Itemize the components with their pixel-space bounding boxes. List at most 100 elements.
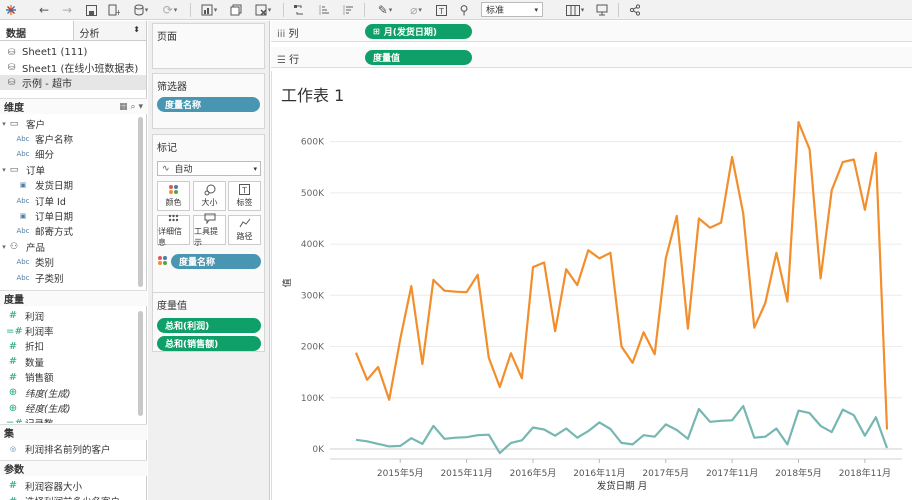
chevron-down-icon[interactable]: ▾ [0, 243, 8, 251]
y-axis-title: 值 [281, 278, 293, 287]
measure-pill-profit[interactable]: 总和(利润) [157, 318, 261, 333]
datasource-item[interactable]: ⛁ 示例 - 超市 [0, 75, 146, 90]
filter-pill-measure-names[interactable]: 度量名称 [157, 97, 260, 112]
back-icon[interactable]: ← [36, 2, 52, 18]
x-tick-label: 2015年11月 [440, 467, 492, 479]
chevron-down-icon[interactable]: ▾ [0, 120, 8, 128]
field-label: 利润 [25, 311, 45, 323]
fit-select[interactable]: 标准 ▾ [481, 2, 543, 17]
tableau-logo-icon[interactable] [3, 2, 19, 18]
refresh-icon[interactable]: ⟳ ▾ [158, 2, 182, 18]
tooltip-icon [204, 213, 216, 226]
marks-pill-measure-names[interactable]: 度量名称 [171, 254, 261, 269]
dimension-folder[interactable]: ▾ ⚇ 产品 [0, 239, 140, 254]
size-button[interactable]: 大小 [193, 181, 226, 211]
number-type-icon: # [8, 356, 18, 368]
set-icon: ◎ [9, 444, 17, 453]
pages-card[interactable]: 页面 [152, 23, 265, 69]
color-button[interactable]: 颜色 [157, 181, 190, 211]
measure-field[interactable]: # 数量 [0, 354, 140, 369]
detail-button[interactable]: 详细信息 [157, 213, 190, 247]
calendar-icon: ▣ [19, 181, 27, 190]
marks-title: 标记 [157, 143, 177, 154]
sort-asc-icon[interactable] [316, 2, 332, 18]
string-type-icon: Abc [16, 196, 30, 205]
dimension-field[interactable]: Abc 类别 [0, 255, 140, 270]
field-label: 类别 [35, 258, 55, 270]
number-type-icon: # [8, 340, 18, 352]
measure-field[interactable]: # 利润 [0, 308, 140, 323]
field-label: 销售额 [25, 373, 54, 385]
measure-field[interactable]: =# 利润率 [0, 323, 140, 339]
dimension-field[interactable]: Abc 子类别 [0, 270, 140, 285]
parameter-field[interactable]: # 利润容器大小 [0, 478, 140, 493]
view-grid-icon[interactable]: ▦ [119, 102, 128, 112]
forward-icon[interactable]: → [59, 2, 75, 18]
new-sheet-icon[interactable]: ▾ [197, 2, 221, 18]
pause-updates-icon[interactable]: ▾ [129, 2, 153, 18]
filters-card[interactable]: 筛选器 度量名称 [152, 73, 265, 129]
set-list: ◎ 利润排名前列的客户 [0, 441, 140, 456]
search-icon[interactable]: ⌕ [131, 102, 136, 112]
dimension-field[interactable]: Abc 邮寄方式 [0, 224, 140, 239]
measure-field[interactable]: # 折扣 [0, 339, 140, 354]
show-cards-icon[interactable]: ▾ [563, 2, 587, 18]
set-field[interactable]: ◎ 利润排名前列的客户 [0, 441, 140, 456]
field-label: 客户 [26, 119, 46, 131]
save-icon[interactable] [83, 2, 99, 18]
group-icon[interactable]: ⌀ ▾ [404, 2, 428, 18]
pin-icon[interactable]: ⚲ [456, 2, 472, 18]
highlight-icon[interactable]: ✎ ▾ [373, 2, 397, 18]
x-tick-label: 2015年5月 [377, 467, 424, 479]
dimension-field[interactable]: ▣ 发货日期 [0, 178, 140, 193]
collapse-icon[interactable]: ⬍ [133, 25, 140, 36]
columns-pill-ship-month[interactable]: ⊞ 月(发货日期) [365, 24, 472, 39]
datasource-item[interactable]: ⛁ Sheet1 (在线小班数据表) [0, 60, 146, 76]
dimension-field[interactable]: Abc 细分 [0, 147, 140, 162]
dimension-field[interactable]: Abc 客户名称 [0, 131, 140, 146]
measure-pill-sales[interactable]: 总和(销售额) [157, 336, 261, 351]
detail-icon [168, 213, 179, 226]
tab-analysis[interactable]: 分析 ⬍ [72, 21, 146, 40]
field-label: 客户名称 [35, 135, 74, 147]
share-icon[interactable] [627, 2, 643, 18]
chevron-down-icon[interactable]: ▾ [0, 166, 8, 174]
parameter-field[interactable]: # 选择利润前多少名客户 [0, 493, 140, 500]
measure-field[interactable]: =#记录数 [0, 416, 140, 423]
dimension-folder[interactable]: ▾ ▭ 订单 [0, 162, 140, 177]
duplicate-icon[interactable] [228, 2, 244, 18]
measure-field[interactable]: ⊕ 经度(生成) [0, 400, 140, 416]
dimension-field[interactable]: ▣ 订单日期 [0, 208, 140, 223]
dimensions-scrollbar[interactable] [138, 117, 143, 287]
tooltip-label: 工具提示 [194, 226, 218, 247]
rows-shelf[interactable]: ☰ 行 度量值 [271, 47, 912, 68]
swap-icon[interactable] [291, 2, 307, 18]
expand-icon[interactable]: ⊞ [373, 27, 380, 36]
dimension-folder[interactable]: ▾ ▭ 客户 [0, 116, 140, 131]
columns-shelf[interactable]: iii 列 ⊞ 月(发货日期) [271, 21, 912, 42]
datasource-item[interactable]: ⛁ Sheet1 (111) [0, 45, 146, 60]
measure-field[interactable]: # 销售额 [0, 370, 140, 385]
tab-data[interactable]: 数据 [0, 21, 73, 40]
number-type-icon: # [8, 480, 18, 492]
presentation-icon[interactable] [594, 2, 610, 18]
clear-icon[interactable]: ▾ [251, 2, 275, 18]
path-button[interactable]: 路径 [228, 215, 261, 245]
label-button[interactable]: T 标签 [228, 181, 261, 211]
dimension-field[interactable]: Abc 订单 Id [0, 193, 140, 208]
measures-scrollbar[interactable] [138, 311, 143, 416]
label-icon[interactable]: T [433, 2, 449, 18]
x-axis-title: 发货日期 月 [597, 480, 648, 492]
new-datasource-icon[interactable]: + [106, 2, 122, 18]
measure-field[interactable]: ⊕ 纬度(生成) [0, 385, 140, 400]
svg-text:T: T [438, 7, 444, 16]
rows-pill-measure-values[interactable]: 度量值 [365, 50, 472, 65]
datasource-label: 示例 - 超市 [22, 79, 72, 90]
tooltip-button[interactable]: 工具提示 [193, 213, 226, 247]
y-tick-label: 0K [312, 445, 325, 455]
sort-desc-icon[interactable] [340, 2, 356, 18]
number-type-icon: # [8, 310, 18, 322]
series-line [354, 120, 889, 430]
mark-type-select[interactable]: ∿ 自动 ▾ [157, 161, 261, 176]
chevron-down-icon[interactable]: ▾ [138, 102, 143, 112]
